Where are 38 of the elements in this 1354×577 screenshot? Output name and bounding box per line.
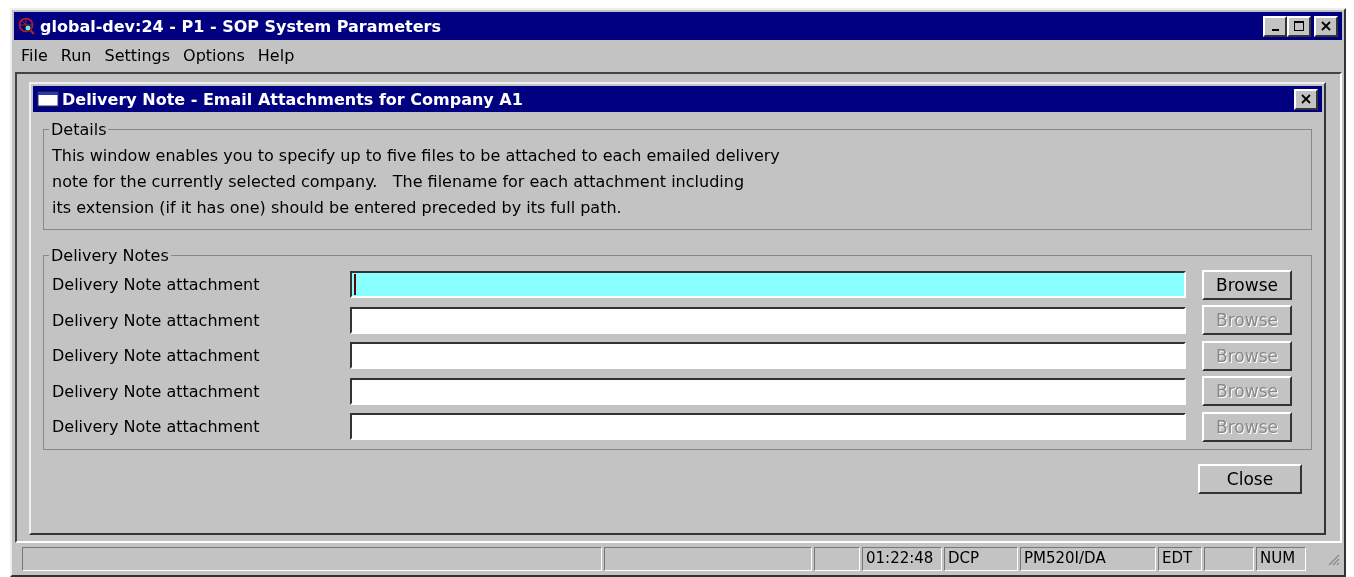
field-label: Delivery Note attachment	[52, 310, 261, 330]
status-panel: EDT	[1158, 547, 1202, 571]
status-panel	[814, 547, 860, 571]
description-text: This window enables you to specify up to five files to be attached to each emailed delivery	[52, 145, 781, 167]
status-panel: DCP	[944, 547, 1018, 571]
description-text: its extension (if it has one) should be entered preceded by its full path.	[52, 197, 623, 219]
input-field[interactable]	[350, 271, 1186, 299]
menu-item[interactable]: Run	[59, 45, 102, 65]
close-icon	[1321, 21, 1331, 31]
status-panel: 01:22:48	[862, 547, 942, 571]
field-label: Delivery Note attachment	[52, 381, 261, 401]
status-panel: PM520I/DA	[1020, 547, 1156, 571]
browse-button[interactable]: Browse	[1202, 269, 1292, 300]
close-button[interactable]	[1314, 15, 1338, 37]
menu-item[interactable]: File	[20, 45, 58, 65]
resize-grip-icon	[1326, 552, 1340, 566]
group-label: Details	[50, 120, 108, 139]
field-label: Delivery Note attachment	[52, 346, 261, 366]
field-label: Delivery Note attachment	[52, 275, 261, 295]
close-icon	[1301, 94, 1311, 104]
window-icon	[37, 91, 59, 107]
status-panel	[1204, 547, 1254, 571]
menu-item[interactable]: Options	[182, 45, 255, 65]
description-text: note for the currently selected company. The filename for each attachment including	[52, 171, 746, 193]
dialog-title: Delivery Note - Email Attachments for Company A1	[62, 89, 523, 109]
status-panel: NUM	[1256, 547, 1306, 571]
maximize-icon	[1294, 21, 1304, 31]
menu-item[interactable]: Help	[256, 45, 305, 65]
globe-magnifier-icon	[18, 17, 36, 35]
group-label: Delivery Notes	[50, 246, 170, 265]
minimize-button[interactable]	[1263, 15, 1287, 37]
dialog-close-button[interactable]: Close	[1198, 463, 1302, 494]
field-label: Delivery Note attachment	[52, 417, 261, 437]
maximize-button[interactable]	[1287, 15, 1311, 37]
minimize-icon	[1271, 28, 1279, 31]
window-title: global-dev:24 - P1 - SOP System Parameters	[40, 16, 441, 36]
menu-item[interactable]: Settings	[103, 45, 181, 65]
close-button[interactable]	[1294, 88, 1318, 110]
